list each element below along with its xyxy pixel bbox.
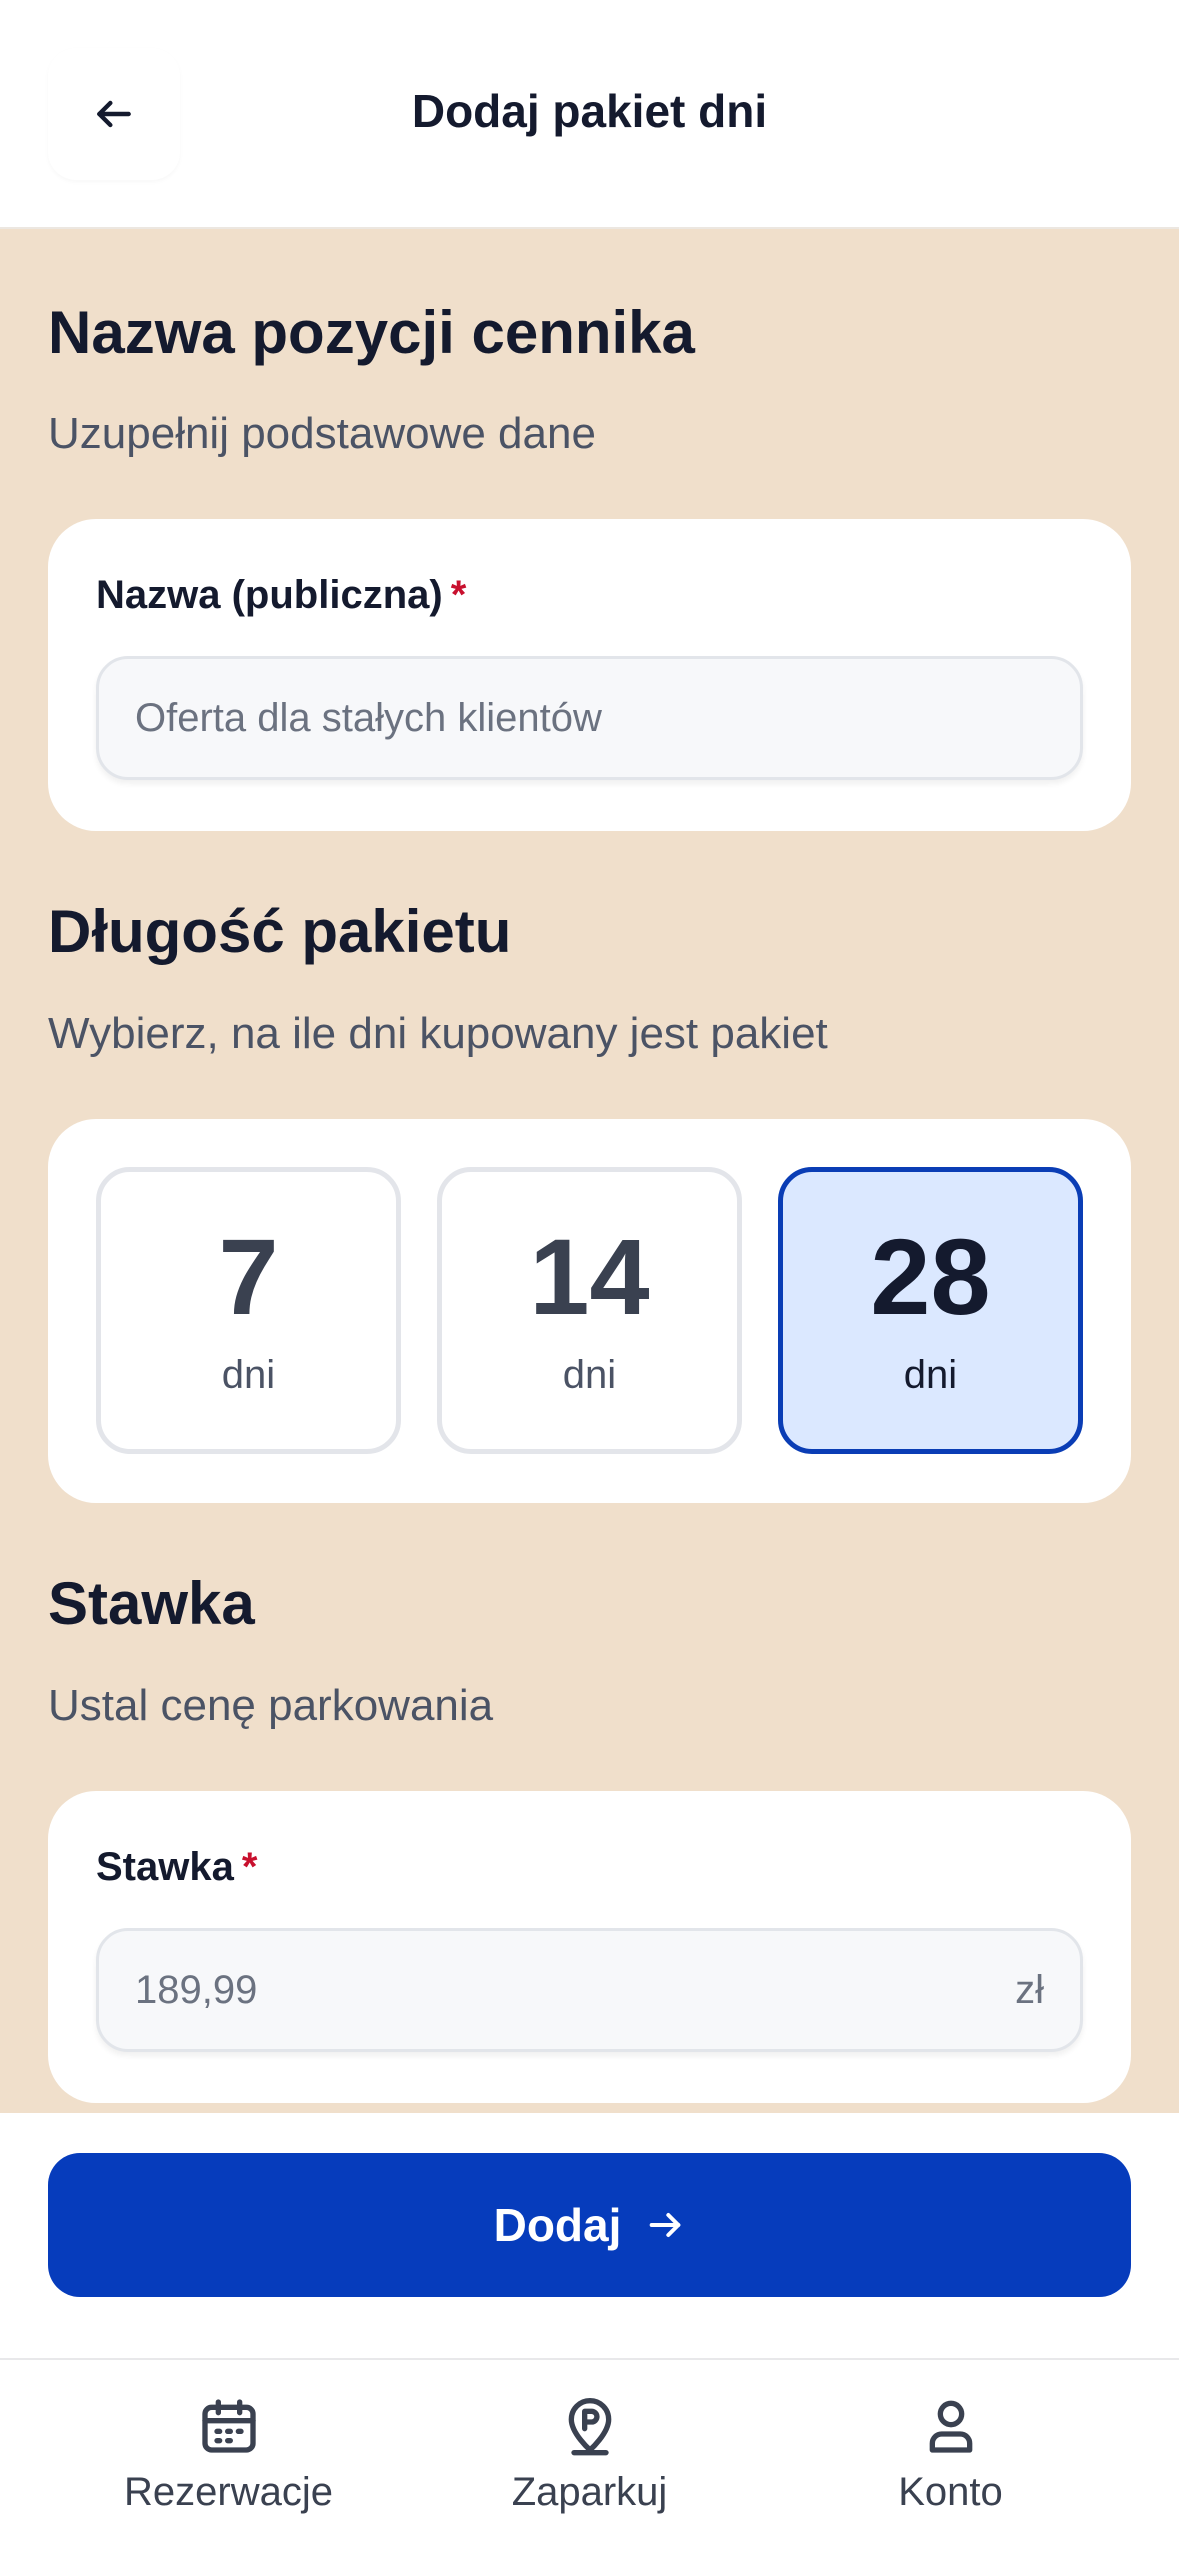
option-unit: dni [221, 1353, 276, 1397]
page-title: Dodaj pakiet dni [411, 85, 768, 137]
name-label-text: Nazwa (publiczna) [96, 573, 443, 617]
rate-card: Stawka * 189,99 zł [48, 1791, 1131, 2103]
currency-suffix: zł [1015, 1967, 1044, 2012]
user-icon [929, 2400, 972, 2453]
nav-label: Zaparkuj [511, 2470, 668, 2514]
option-unit: dni [903, 1353, 958, 1397]
top-bar: Dodaj pakiet dni [0, 0, 1179, 229]
section-subtitle-length: Wybierz, na ile dni kupowany jest pakiet [48, 1009, 828, 1058]
parking-pin-icon [568, 2398, 611, 2456]
rate-label-text: Stawka [96, 1845, 234, 1889]
calendar-icon [201, 2399, 256, 2453]
action-bar: Dodaj [0, 2113, 1179, 2358]
option-value: 7 [218, 1216, 279, 1337]
rate-input-placeholder: 189,99 [135, 1967, 258, 2012]
add-button[interactable]: Dodaj [48, 2153, 1131, 2297]
nav-label: Konto [898, 2470, 1003, 2514]
name-input[interactable]: Oferta dla stałych klientów [96, 656, 1083, 780]
section-title-name: Nazwa pozycji cennika [48, 299, 695, 366]
length-option-28[interactable]: 28 dni [778, 1167, 1083, 1454]
name-card: Nazwa (publiczna) * Oferta dla stałych kl… [48, 519, 1131, 831]
section-title-rate: Stawka [48, 1570, 255, 1637]
required-mark: * [450, 573, 467, 617]
option-value: 14 [529, 1216, 650, 1337]
arrow-right-icon [645, 2205, 685, 2245]
option-unit: dni [562, 1353, 617, 1397]
section-subtitle-rate: Ustal cenę parkowania [48, 1681, 494, 1730]
rate-field-label: Stawka * [96, 1845, 257, 1890]
name-field-label: Nazwa (publiczna) * [96, 573, 466, 618]
section-subtitle-name: Uzupełnij podstawowe dane [48, 409, 596, 458]
length-option-14[interactable]: 14 dni [437, 1167, 742, 1454]
bottom-nav: Rezerwacje Zaparkuj Konto [0, 2358, 1179, 2556]
nav-item-konto[interactable]: Konto [754, 2394, 1147, 2515]
length-option-7[interactable]: 7 dni [96, 1167, 401, 1454]
nav-label: Rezerwacje [124, 2470, 333, 2514]
rate-input[interactable]: 189,99 zł [96, 1928, 1083, 2052]
name-input-placeholder: Oferta dla stałych klientów [135, 695, 602, 740]
form-content[interactable]: Nazwa pozycji cennika Uzupełnij podstawo… [0, 229, 1179, 2113]
nav-item-zaparkuj[interactable]: Zaparkuj [393, 2394, 786, 2515]
section-title-length: Długość pakietu [48, 898, 512, 965]
add-button-label: Dodaj [493, 2199, 622, 2251]
required-mark: * [241, 1845, 258, 1889]
length-card: 7 dni 14 dni 28 dni [48, 1119, 1131, 1503]
option-value: 28 [870, 1216, 991, 1337]
nav-item-rezerwacje[interactable]: Rezerwacje [32, 2394, 425, 2515]
